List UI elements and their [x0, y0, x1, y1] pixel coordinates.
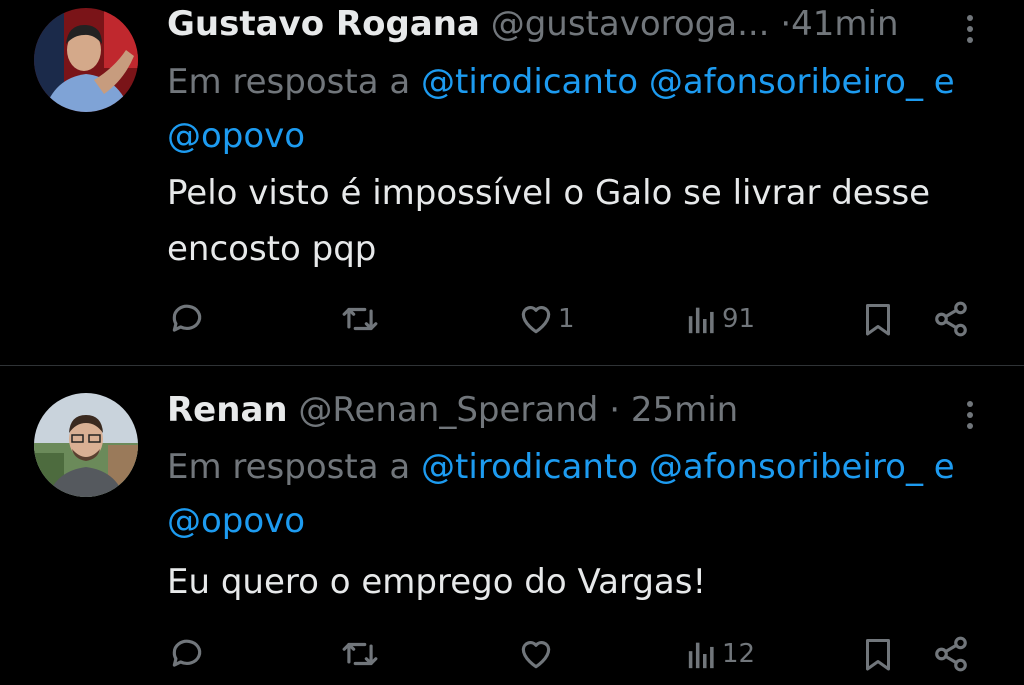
heart-icon	[521, 306, 551, 334]
views-button[interactable]: 12	[686, 632, 755, 676]
reply-context: Em resposta a @tirodicanto @afonsoribeir…	[167, 55, 987, 163]
bar-chart-icon	[688, 307, 714, 334]
action-bar: 12	[0, 632, 1024, 676]
vertical-dots-icon	[967, 15, 973, 21]
like-button[interactable]	[516, 632, 558, 676]
time-separator: ·	[609, 390, 621, 430]
view-count: 91	[722, 304, 756, 334]
user-handle[interactable]: @gustavoroga...	[491, 4, 770, 44]
mention-link[interactable]: @tirodicanto	[421, 62, 638, 102]
like-button[interactable]: 1	[516, 297, 575, 341]
share-icon	[935, 301, 967, 337]
user-handle[interactable]: @Renan_Sperand	[298, 390, 598, 430]
display-name[interactable]: Gustavo Rogana	[167, 4, 480, 44]
mention-link[interactable]: @opovo	[167, 116, 305, 156]
reply-context: Em resposta a @tirodicanto @afonsoribeir…	[167, 440, 987, 548]
share-button[interactable]	[932, 632, 970, 676]
mention-joiner: e	[933, 62, 955, 102]
more-options-button[interactable]	[956, 7, 984, 47]
view-count: 12	[722, 639, 756, 669]
mention-joiner: e	[933, 447, 955, 487]
retweet-arrows-icon	[342, 307, 378, 331]
like-count: 1	[558, 304, 575, 334]
retweet-button[interactable]	[340, 632, 380, 676]
tweet[interactable]: Renan @Renan_Sperand · 25min Em resposta…	[0, 366, 1024, 685]
bar-chart-icon	[688, 642, 714, 669]
time-separator: ·	[780, 4, 792, 44]
timestamp[interactable]: 25min	[631, 390, 738, 430]
more-options-button[interactable]	[956, 393, 984, 433]
retweet-arrows-icon	[342, 642, 378, 666]
reply-prefix: Em resposta a	[167, 62, 411, 102]
tweet-text: Pelo visto é impossível o Galo se livrar…	[167, 173, 931, 269]
vertical-dots-icon	[967, 401, 973, 407]
bookmark-icon	[866, 304, 890, 336]
speech-bubble-icon	[172, 639, 202, 667]
tweet[interactable]: Gustavo Rogana @gustavoroga... ·41min Em…	[0, 0, 1024, 365]
share-button[interactable]	[932, 297, 970, 341]
mention-link[interactable]: @afonsoribeiro_	[649, 447, 923, 487]
reply-button[interactable]	[168, 297, 206, 341]
mention-link[interactable]: @afonsoribeiro_	[649, 62, 923, 102]
tweet-header: Gustavo Rogana @gustavoroga... ·41min	[167, 4, 899, 44]
action-bar: 1 91	[0, 297, 1024, 341]
bookmark-button[interactable]	[860, 632, 896, 676]
bookmark-icon	[866, 639, 890, 671]
mention-link[interactable]: @tirodicanto	[421, 447, 638, 487]
display-name[interactable]: Renan	[167, 390, 288, 430]
heart-icon	[521, 641, 551, 669]
bookmark-button[interactable]	[860, 297, 896, 341]
tweet-header: Renan @Renan_Sperand · 25min	[167, 390, 738, 430]
timestamp[interactable]: 41min	[791, 4, 898, 44]
mention-link[interactable]: @opovo	[167, 501, 305, 541]
reply-prefix: Em resposta a	[167, 447, 411, 487]
tweet-text: Eu quero o emprego do Vargas!	[167, 562, 707, 602]
avatar[interactable]	[34, 393, 138, 497]
retweet-button[interactable]	[340, 297, 380, 341]
speech-bubble-icon	[172, 304, 202, 332]
views-button[interactable]: 91	[686, 297, 755, 341]
reply-button[interactable]	[168, 632, 206, 676]
avatar[interactable]	[34, 8, 138, 112]
share-icon	[935, 636, 967, 672]
